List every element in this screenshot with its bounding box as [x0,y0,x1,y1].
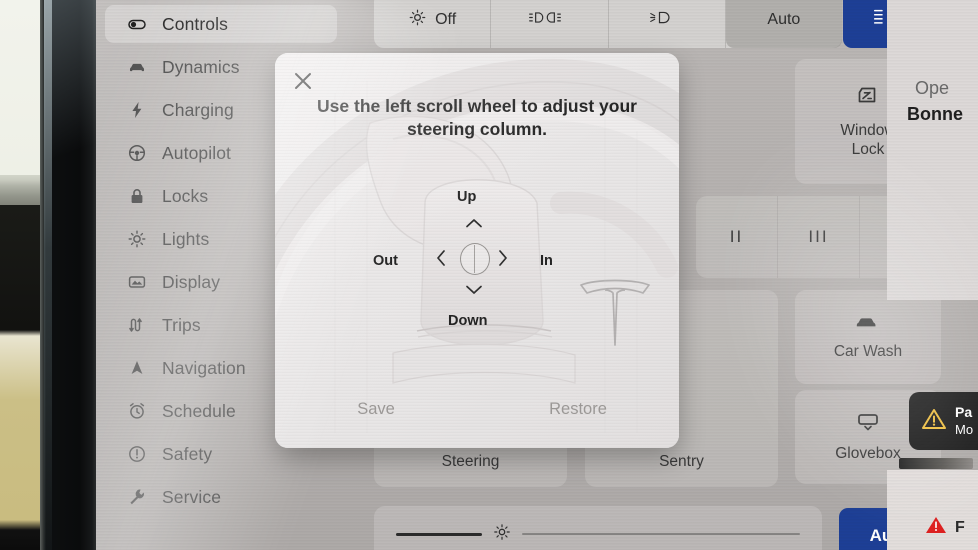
bezel-reflection [52,0,96,250]
sidebar-item-label: Trips [162,314,201,335]
toast-line2: Mo [955,422,974,437]
wiper-speed-3[interactable]: III [778,196,860,278]
steering-wheel-icon [127,143,147,163]
direction-label-down: Down [448,313,488,329]
alarm-clock-icon [127,401,147,421]
lights-auto-label: Auto [767,11,801,28]
warning-toast[interactable]: Pa Mo [909,392,978,450]
critical-alert-label: F [955,518,965,536]
dialog-title: Use the left scroll wheel to adjust your… [317,96,637,140]
chevron-right-icon [497,249,509,272]
brightness-slider-fill[interactable] [396,532,482,536]
navigation-arrow-icon [127,358,147,378]
sidebar-item-controls[interactable]: Controls [105,5,337,43]
lock-icon [127,186,147,206]
lights-off-button[interactable]: Off [374,0,492,48]
photographed-touchscreen: Controls Dynamics Charging Autopilot Loc… [0,0,978,550]
sidebar-item-label: Autopilot [162,142,232,163]
vehicle-screen: Controls Dynamics Charging Autopilot Loc… [96,0,978,550]
save-button-label: Save [357,399,395,418]
wiper-speed-2[interactable]: II [696,196,778,278]
wiper-speed-3-label: III [808,227,829,246]
sidebar-item-label: Controls [162,13,228,34]
bonnet-label: Bonne [907,104,963,124]
window-lock-icon [855,84,881,115]
car-wash-tile[interactable]: Car Wash [795,290,941,384]
sidebar-item-label: Charging [162,99,234,120]
scroll-wheel-indicator [460,243,490,275]
wrench-icon [127,487,147,507]
car-front-icon [854,313,882,336]
steering-column-adjust-dialog: Use the left scroll wheel to adjust your… [275,53,679,448]
sidebar-item-label: Navigation [162,357,246,378]
toast-line1: Pa [955,403,973,420]
glovebox-icon [855,411,881,438]
sidebar-item-label: Locks [162,185,209,206]
direction-label-up: Up [457,189,477,205]
low-beam-button[interactable] [609,0,726,48]
open-bonnet-card[interactable]: Ope Bonne [887,0,978,300]
save-button[interactable]: Save [275,389,477,429]
sun-rays-icon [408,8,427,32]
direction-label-out: Out [373,253,398,269]
restore-button[interactable]: Restore [477,389,679,429]
reflected-room-detail [0,175,42,205]
wiper-speed-2-label: II [729,227,744,246]
critical-alert[interactable]: F [925,515,965,540]
brightness-slider-track[interactable] [522,533,800,535]
sentry-tile-label: Sentry [659,453,704,470]
direction-label-in: In [540,253,553,269]
car-icon [127,57,147,77]
sidebar-item-label: Safety [162,443,213,464]
sidebar-item-label: Lights [162,228,210,249]
chevron-down-icon [465,283,483,301]
steering-tile-label: Steering [441,453,500,470]
sun-rays-icon [127,229,147,249]
warning-triangle-icon [925,515,947,540]
lights-auto-button[interactable]: Auto [725,0,842,48]
right-panel-divider [899,458,973,469]
exclamation-circle-icon [127,444,147,464]
close-icon[interactable] [291,69,315,93]
bolt-icon [127,100,147,120]
sidebar-item-service[interactable]: Service [105,478,337,516]
brightness-bar[interactable] [374,506,822,550]
sidebar-item-label: Service [162,486,222,507]
sidebar-item-label: Dynamics [162,56,240,77]
parking-lights-button[interactable] [491,0,609,48]
open-label: Ope [915,78,950,98]
lights-off-label: Off [435,11,457,28]
trips-icon [127,315,147,335]
sidebar-item-label: Display [162,271,221,292]
restore-button-label: Restore [549,399,607,418]
toggle-icon [127,14,147,34]
car-wash-label: Car Wash [833,343,903,360]
bezel-glare [44,0,52,550]
chevron-up-icon [465,216,483,234]
display-icon [127,272,147,292]
parking-lights-icon [528,8,562,32]
dialog-actions: Save Restore [275,389,679,429]
sidebar-item-label: Schedule [162,400,236,421]
glovebox-label: Glovebox [835,445,901,462]
lights-toolbar: Off Auto [374,0,842,48]
warning-triangle-icon [921,407,947,436]
sun-rays-icon [492,522,512,547]
chevron-left-icon [435,249,447,272]
low-beam-icon [649,8,677,32]
